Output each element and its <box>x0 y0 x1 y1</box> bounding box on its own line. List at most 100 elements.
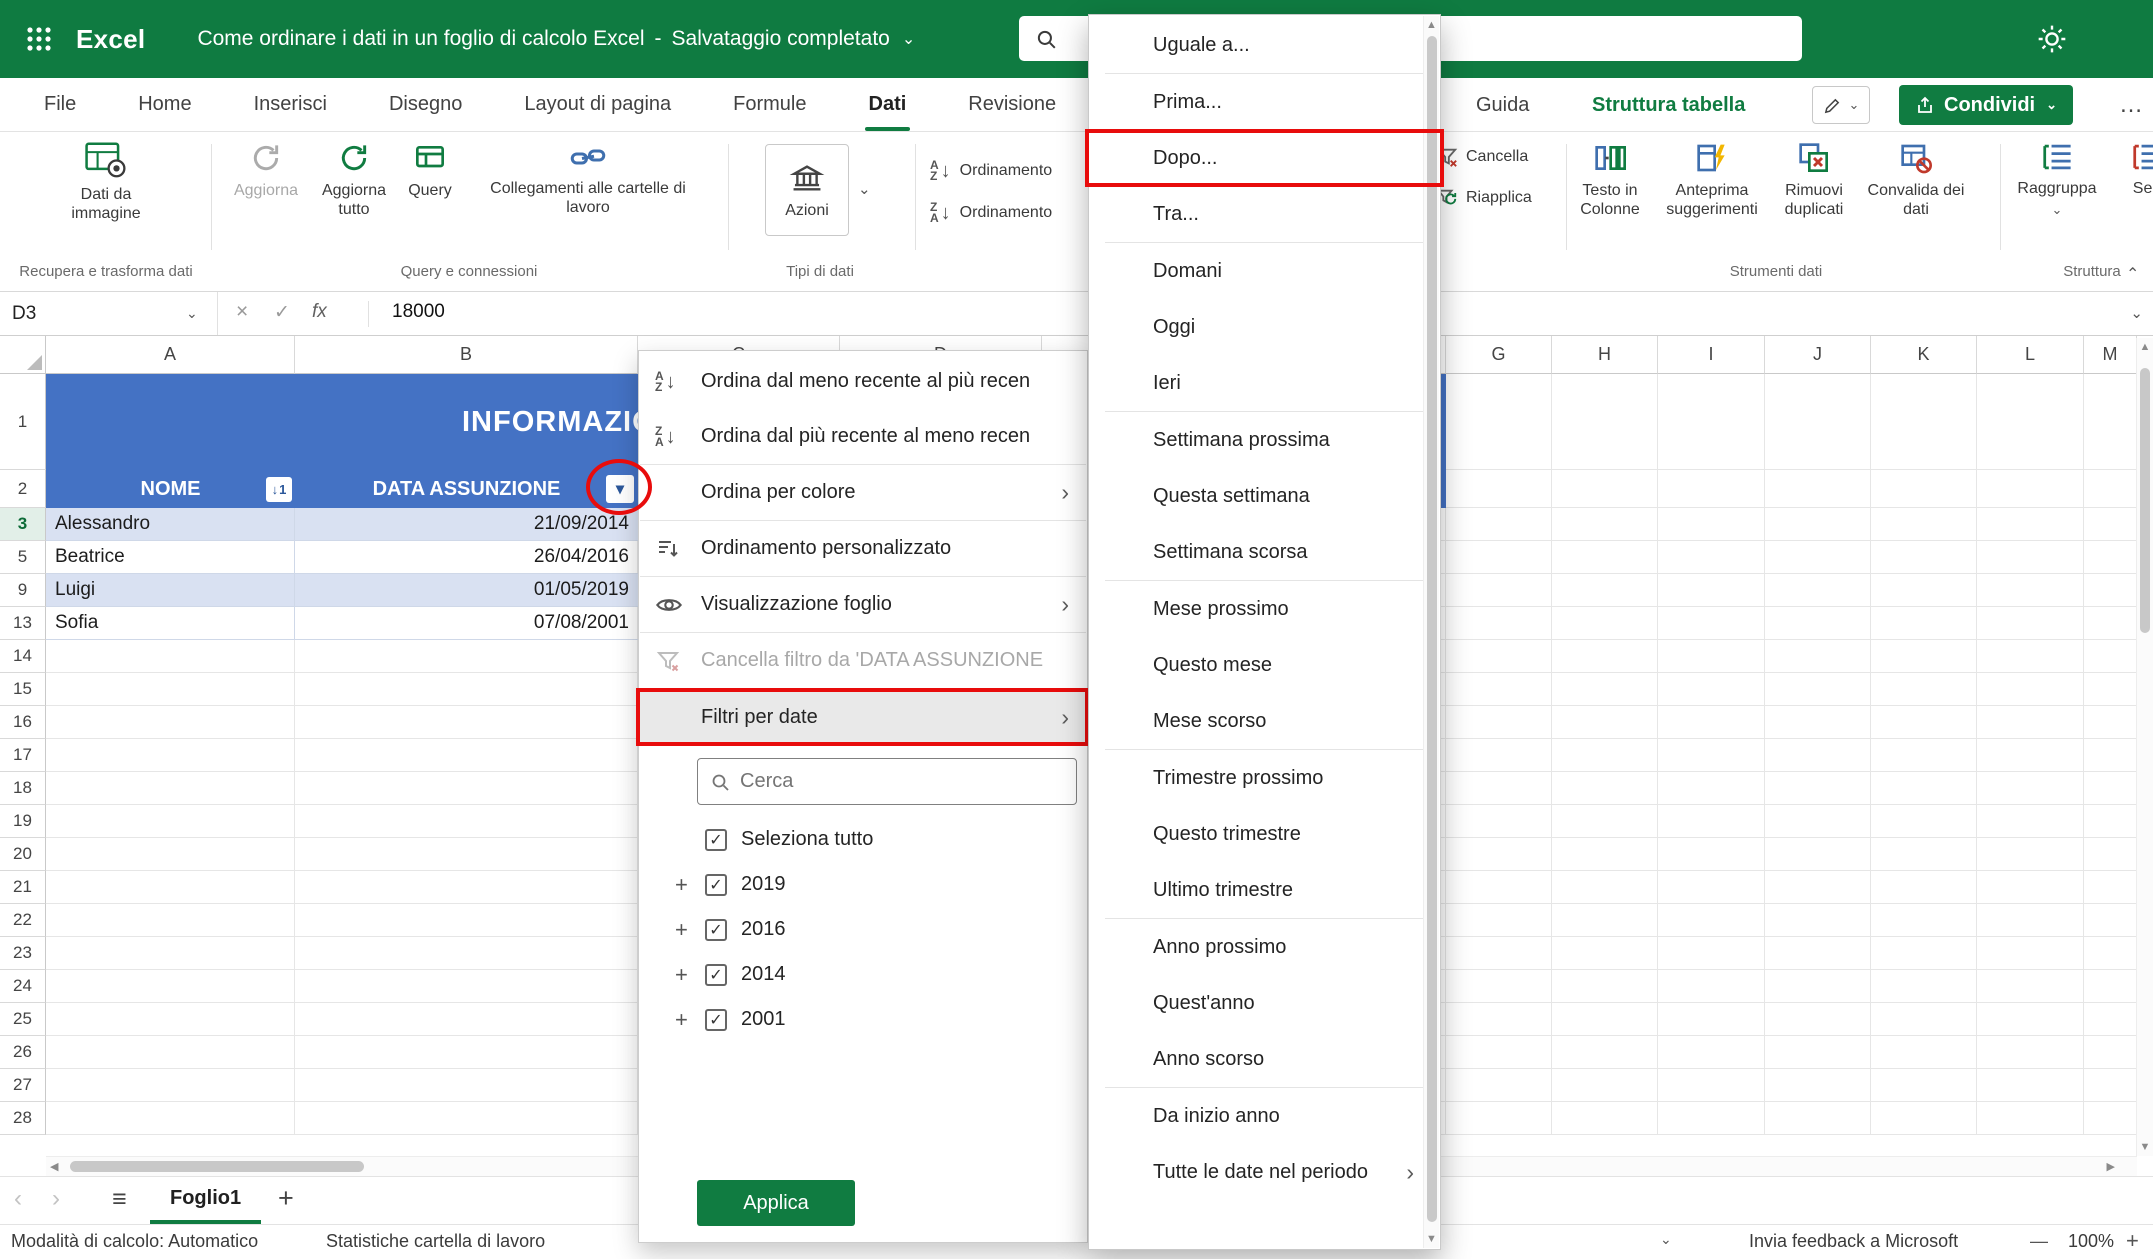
tab-guida[interactable]: Guida <box>1462 78 1543 132</box>
date-filter-option-settimana-scorsa[interactable]: Settimana scorsa <box>1089 524 1440 580</box>
tab-formule[interactable]: Formule <box>719 78 820 131</box>
expand-icon[interactable]: + <box>675 917 705 943</box>
date-filter-option-oggi[interactable]: Oggi <box>1089 299 1440 355</box>
filter-value-2014[interactable]: +✓2014 <box>639 952 1087 997</box>
date-filter-option-domani[interactable]: Domani <box>1089 243 1440 299</box>
date-filter-option-prima[interactable]: Prima... <box>1089 74 1440 130</box>
document-title[interactable]: Come ordinare i dati in un foglio di cal… <box>197 27 915 51</box>
column-header-B[interactable]: B <box>295 336 638 374</box>
add-sheet-icon[interactable]: + <box>278 1183 294 1214</box>
date-filter-option-tra[interactable]: Tra... <box>1089 186 1440 242</box>
tab-dati[interactable]: Dati <box>855 78 921 131</box>
expand-icon[interactable]: + <box>675 1007 705 1033</box>
insert-function-icon[interactable]: fx <box>312 301 327 323</box>
tab-layout-di-pagina[interactable]: Layout di pagina <box>510 78 685 131</box>
azioni-dropdown-chevron-icon[interactable]: ⌄ <box>858 180 871 198</box>
sort-descending-button[interactable]: ZA↓ Ordinamento <box>930 202 1052 224</box>
table-header-nome[interactable]: NOME ↓1 <box>46 470 295 508</box>
convalida-dati-button[interactable]: Convalida dei dati <box>1858 142 1974 219</box>
scroll-down-icon[interactable]: ▼ <box>1424 1233 1439 1245</box>
row-header-25[interactable]: 25 <box>0 1003 46 1036</box>
column-header-A[interactable]: A <box>46 336 295 374</box>
sheet-tab-foglio1[interactable]: Foglio1 <box>150 1177 261 1224</box>
row-header-9[interactable]: 9 <box>0 574 46 607</box>
zoom-out-icon[interactable]: — <box>2030 1231 2048 1252</box>
raggruppa-button[interactable]: Raggruppa ⌄ <box>2012 142 2102 215</box>
expand-icon[interactable]: + <box>675 872 705 898</box>
date-filter-option-questo-trimestre[interactable]: Questo trimestre <box>1089 806 1440 862</box>
formula-value[interactable]: 18000 <box>392 301 445 323</box>
row-header-5[interactable]: 5 <box>0 541 46 574</box>
scrollbar-thumb[interactable] <box>70 1161 364 1172</box>
cancella-button[interactable]: Cancella <box>1436 146 1528 168</box>
date-filter-option-questa-settimana[interactable]: Questa settimana <box>1089 468 1440 524</box>
search-input[interactable] <box>740 770 1040 793</box>
scrollbar-thumb[interactable] <box>2140 368 2150 633</box>
row-header-16[interactable]: 16 <box>0 706 46 739</box>
scroll-right-icon[interactable]: ▶ <box>2107 1160 2115 1173</box>
date-filter-option-mese-prossimo[interactable]: Mese prossimo <box>1089 581 1440 637</box>
zoom-in-icon[interactable]: + <box>2126 1228 2139 1254</box>
expand-formula-bar-icon[interactable]: ⌄ <box>2130 304 2143 322</box>
row-header-26[interactable]: 26 <box>0 1036 46 1069</box>
query-button[interactable]: Query <box>393 142 467 200</box>
apply-button[interactable]: Applica <box>697 1180 855 1226</box>
filter-value-2016[interactable]: +✓2016 <box>639 907 1087 952</box>
row-header-19[interactable]: 19 <box>0 805 46 838</box>
menu-item-date-filters[interactable]: Filtri per date › <box>639 688 1087 746</box>
table-row[interactable]: Luigi 01/05/2019 <box>46 574 638 607</box>
column-header-L[interactable]: L <box>1977 336 2084 374</box>
table-row[interactable]: Alessandro 21/09/2014 <box>46 508 638 541</box>
date-filter-option-uguale-a[interactable]: Uguale a... <box>1089 17 1440 73</box>
tab-revisione[interactable]: Revisione <box>954 78 1070 131</box>
tab-inserisci[interactable]: Inserisci <box>240 78 341 131</box>
cell-date[interactable]: 26/04/2016 <box>295 541 638 573</box>
date-filter-option-ieri[interactable]: Ieri <box>1089 355 1440 411</box>
table-header-data-assunzione[interactable]: DATA ASSUNZIONE ▾ <box>295 470 638 508</box>
row-header-27[interactable]: 27 <box>0 1069 46 1102</box>
checkbox[interactable]: ✓ <box>705 874 727 896</box>
scroll-down-icon[interactable]: ▼ <box>2137 1141 2153 1153</box>
row-header-2[interactable]: 2 <box>0 470 46 508</box>
filter-value-seleziona-tutto[interactable]: ✓Seleziona tutto <box>639 817 1087 862</box>
menu-item-sheet-view[interactable]: Visualizzazione foglio › <box>639 577 1087 632</box>
azioni-button[interactable]: Azioni <box>765 144 849 236</box>
date-filter-option-anno-prossimo[interactable]: Anno prossimo <box>1089 919 1440 975</box>
sort-ascending-button[interactable]: AZ↓ Ordinamento <box>930 160 1052 182</box>
separa-button[interactable]: Sep <box>2102 142 2153 198</box>
collegamenti-button[interactable]: Collegamenti alle cartelle di lavoro <box>468 142 708 217</box>
date-filter-option-tutte-le-date-nel-periodo[interactable]: Tutte le date nel periodo› <box>1089 1144 1440 1200</box>
tab-home[interactable]: Home <box>124 78 205 131</box>
scroll-up-icon[interactable]: ▲ <box>1424 19 1439 31</box>
rimuovi-duplicati-button[interactable]: Rimuovi duplicati <box>1766 142 1862 219</box>
filter-dropdown-button[interactable]: ▾ <box>606 475 634 503</box>
tab-struttura-tabella[interactable]: Struttura tabella <box>1578 78 1759 132</box>
chevron-down-icon[interactable]: ⌄ <box>1660 1231 1672 1248</box>
row-header-13[interactable]: 13 <box>0 607 46 640</box>
row-header-28[interactable]: 28 <box>0 1102 46 1135</box>
row-header-20[interactable]: 20 <box>0 838 46 871</box>
row-header-22[interactable]: 22 <box>0 904 46 937</box>
checkbox[interactable]: ✓ <box>705 829 727 851</box>
tab-file[interactable]: File <box>30 78 90 131</box>
table-row[interactable]: Beatrice 26/04/2016 <box>46 541 638 574</box>
checkbox[interactable]: ✓ <box>705 919 727 941</box>
ribbon-more-button[interactable]: … <box>2112 86 2150 124</box>
row-header-21[interactable]: 21 <box>0 871 46 904</box>
menu-item-sort-by-color[interactable]: Ordina per colore › <box>639 465 1087 520</box>
editing-mode-button[interactable]: ⌄ <box>1812 86 1870 124</box>
cancel-entry-icon[interactable]: × <box>236 300 248 324</box>
all-sheets-icon[interactable]: ≡ <box>112 1185 127 1214</box>
filter-value-2001[interactable]: +✓2001 <box>639 997 1087 1042</box>
collapse-ribbon-icon[interactable]: ⌃ <box>2126 264 2139 284</box>
workbook-stats-status[interactable]: Statistiche cartella di lavoro <box>326 1231 545 1252</box>
settings-gear-icon[interactable] <box>2036 23 2068 60</box>
confirm-entry-icon[interactable]: ✓ <box>274 301 290 324</box>
aggiorna-tutto-button[interactable]: Aggiorna tutto <box>310 142 398 219</box>
date-filter-option-questo-mese[interactable]: Questo mese <box>1089 637 1440 693</box>
date-filter-option-ultimo-trimestre[interactable]: Ultimo trimestre <box>1089 862 1440 918</box>
share-button[interactable]: Condividi ⌄ <box>1899 85 2073 125</box>
name-box[interactable]: D3 ⌄ <box>0 292 218 335</box>
cell-date[interactable]: 01/05/2019 <box>295 574 638 606</box>
row-header-14[interactable]: 14 <box>0 640 46 673</box>
